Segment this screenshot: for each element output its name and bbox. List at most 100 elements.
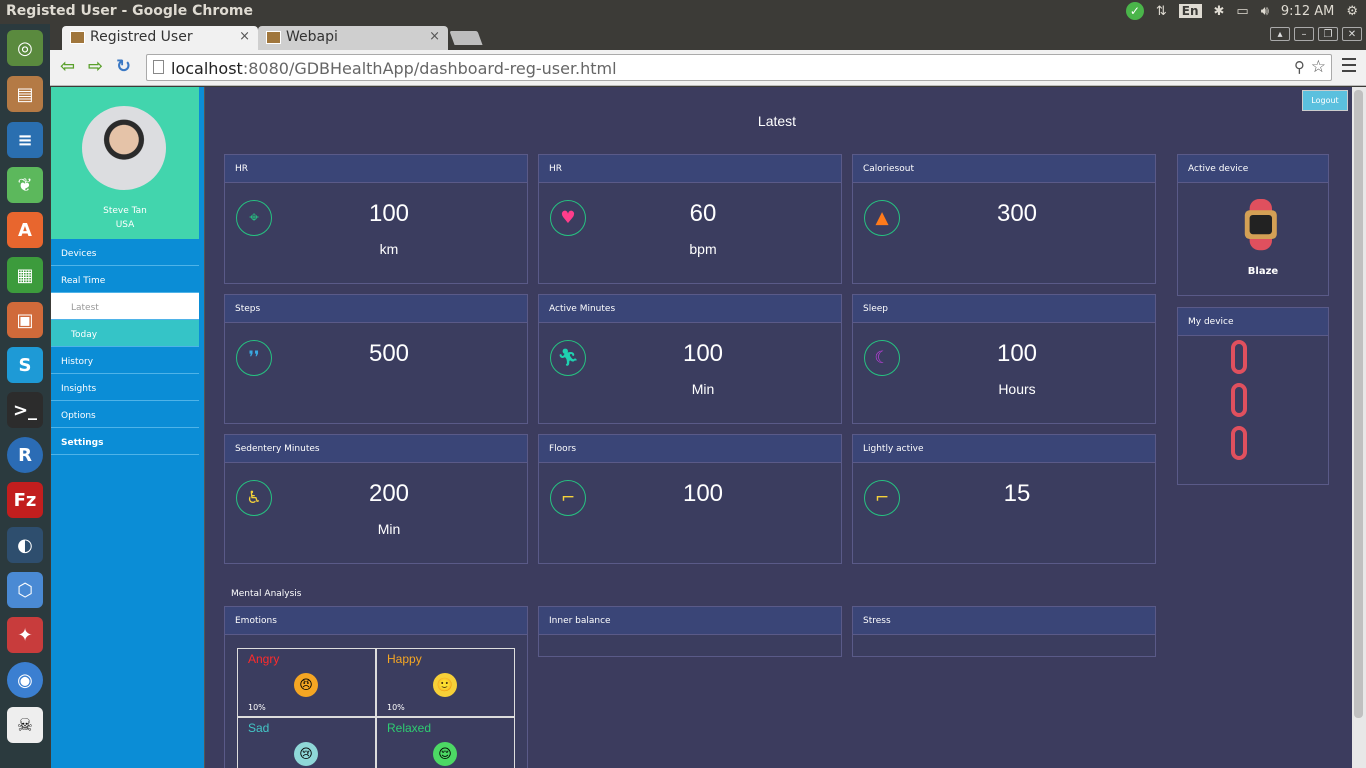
bookmark-star-icon[interactable]: ☆ <box>1311 57 1326 77</box>
close-window-icon[interactable]: ✕ <box>1342 27 1362 41</box>
battery-icon[interactable]: ▭ <box>1236 4 1248 19</box>
files-icon[interactable]: ▤ <box>7 76 43 112</box>
bluetooth-icon[interactable]: ✱ <box>1214 4 1225 19</box>
profile-name: Steve Tan <box>103 206 147 216</box>
heart-icon: ♥ <box>550 200 586 236</box>
card-value: 300 <box>996 200 1038 227</box>
web-page: Steve Tan USA Devices Real Time Latest T… <box>51 87 1366 768</box>
sidebar-item-insights[interactable]: Insights <box>51 374 199 401</box>
card-title: My device <box>1178 308 1328 336</box>
metric-card-hr-bpm: HR ♥ 60 bpm <box>538 154 842 284</box>
network-arrows-icon[interactable]: ⇅ <box>1156 4 1167 19</box>
sidebar-item-options[interactable]: Options <box>51 401 199 428</box>
sidebar-item-devices[interactable]: Devices <box>51 239 199 266</box>
back-arrow-icon[interactable]: ⇦ <box>60 56 75 77</box>
stress-card: Stress <box>852 606 1156 657</box>
sidebar-item-settings[interactable]: Settings <box>51 428 199 455</box>
metric-card-hr-distance: HR ⌖ 100 km <box>224 154 528 284</box>
scrollbar-thumb[interactable] <box>1354 90 1363 718</box>
logout-button[interactable]: Logout <box>1302 90 1348 111</box>
sidebar-item-history[interactable]: History <box>51 347 199 374</box>
tab-close-icon[interactable]: × <box>429 29 440 44</box>
avatar[interactable] <box>82 106 166 190</box>
impress-icon[interactable]: ▣ <box>7 302 43 338</box>
tracker-band-image[interactable] <box>1228 426 1250 460</box>
page-favicon-icon <box>70 31 85 44</box>
card-title: Caloriesout <box>853 155 1155 183</box>
card-unit: Hours <box>998 381 1036 397</box>
sidebar-item-real-time[interactable]: Real Time <box>51 266 199 293</box>
emotion-cell-happy: Happy 🙂 10% <box>376 648 515 717</box>
card-title: Emotions <box>225 607 527 635</box>
minimize-icon[interactable]: – <box>1294 27 1314 41</box>
page-scrollbar[interactable] <box>1352 87 1366 768</box>
emotion-percent: 10% <box>248 703 266 712</box>
os-top-bar: Registed User - Google Chrome ✓ ⇅ En ✱ ▭… <box>0 0 1366 24</box>
sidebar-item-latest[interactable]: Latest <box>51 293 199 320</box>
card-unit: Min <box>691 381 715 397</box>
metric-card-caloriesout: Caloriesout ▲ 300 <box>852 154 1156 284</box>
calc-icon[interactable]: ▦ <box>7 257 43 293</box>
window-controls: ▴ – ❐ ✕ <box>1270 27 1362 41</box>
card-unit: bpm <box>689 241 717 257</box>
card-title: Active Minutes <box>539 295 841 323</box>
clock[interactable]: 9:12 AM <box>1281 4 1334 19</box>
restore-icon[interactable]: ❐ <box>1318 27 1338 41</box>
page-title: Latest <box>757 113 797 129</box>
location-pin-icon: ⌖ <box>236 200 272 236</box>
window-title: Registed User - Google Chrome <box>6 3 253 19</box>
emotion-cell-sad: Sad 😢 <box>237 717 376 768</box>
settings-gear-icon[interactable]: ⚙ <box>1346 4 1358 19</box>
update-ok-icon[interactable]: ✓ <box>1125 2 1144 20</box>
metric-card-steps: Steps ❜❜ 500 <box>224 294 528 424</box>
card-title: Stress <box>853 607 1155 635</box>
stairs-icon: ⌐ <box>550 480 586 516</box>
sidebar-divider <box>204 87 205 768</box>
card-title: Steps <box>225 295 527 323</box>
new-tab-button[interactable] <box>449 31 483 45</box>
reload-icon[interactable]: ↻ <box>116 56 131 77</box>
emotion-label: Sad <box>248 721 270 735</box>
card-title: HR <box>539 155 841 183</box>
keyboard-layout-indicator[interactable]: En <box>1178 4 1202 18</box>
volume-icon[interactable]: 🔊︎ <box>1261 4 1269 19</box>
sidebar-item-today[interactable]: Today <box>51 320 199 347</box>
chromium-icon[interactable]: ◉ <box>7 662 43 698</box>
chrome-menu-icon[interactable] <box>1342 58 1356 76</box>
card-value: 100 <box>682 340 724 367</box>
filezilla-icon[interactable]: Fz <box>7 482 43 518</box>
page-icon <box>153 60 164 74</box>
system-tray: ✓ ⇅ En ✱ ▭ 🔊︎ 9:12 AM ⚙ <box>1125 2 1358 20</box>
card-title: Floors <box>539 435 841 463</box>
metric-card-floors: Floors ⌐ 100 <box>538 434 842 564</box>
address-bar[interactable]: localhost:8080/GDBHealthApp/dashboard-re… <box>146 54 1332 81</box>
app-red-icon[interactable]: ✦ <box>7 617 43 653</box>
mysql-workbench-icon[interactable]: ◐ <box>7 527 43 563</box>
card-value: 200 <box>368 480 410 507</box>
tab-webapi[interactable]: Webapi × <box>258 26 448 50</box>
pirate-app-icon[interactable]: ☠ <box>7 707 43 743</box>
url-host: localhost <box>171 59 243 78</box>
spring-icon[interactable]: ❦ <box>7 167 43 203</box>
tracker-band-image[interactable] <box>1228 383 1250 417</box>
r-icon[interactable]: R <box>7 437 43 473</box>
card-title: Inner balance <box>539 607 841 635</box>
inner-balance-card: Inner balance <box>538 606 842 657</box>
virtualbox-icon[interactable]: ⬡ <box>7 572 43 608</box>
relaxed-face-icon: 😌 <box>433 742 457 766</box>
flame-icon: ▲ <box>864 200 900 236</box>
tracker-band-image[interactable] <box>1228 340 1250 374</box>
watch-image <box>1240 199 1282 251</box>
terminal-icon[interactable]: >_ <box>7 392 43 428</box>
zoom-icon[interactable]: ⚲ <box>1294 58 1305 76</box>
emotion-label: Happy <box>387 652 422 666</box>
skype-icon[interactable]: S <box>7 347 43 383</box>
tab-registred-user[interactable]: Registred User × <box>62 26 258 50</box>
software-center-icon[interactable]: A <box>7 212 43 248</box>
tab-bar: Registred User × Webapi × ▴ – ❐ ✕ <box>50 24 1366 50</box>
writer-icon[interactable]: ≡ <box>7 122 43 158</box>
forward-arrow-icon[interactable]: ⇨ <box>88 56 103 77</box>
ubuntu-icon[interactable]: ◎ <box>7 30 43 66</box>
profile-icon[interactable]: ▴ <box>1270 27 1290 41</box>
tab-close-icon[interactable]: × <box>239 29 250 44</box>
